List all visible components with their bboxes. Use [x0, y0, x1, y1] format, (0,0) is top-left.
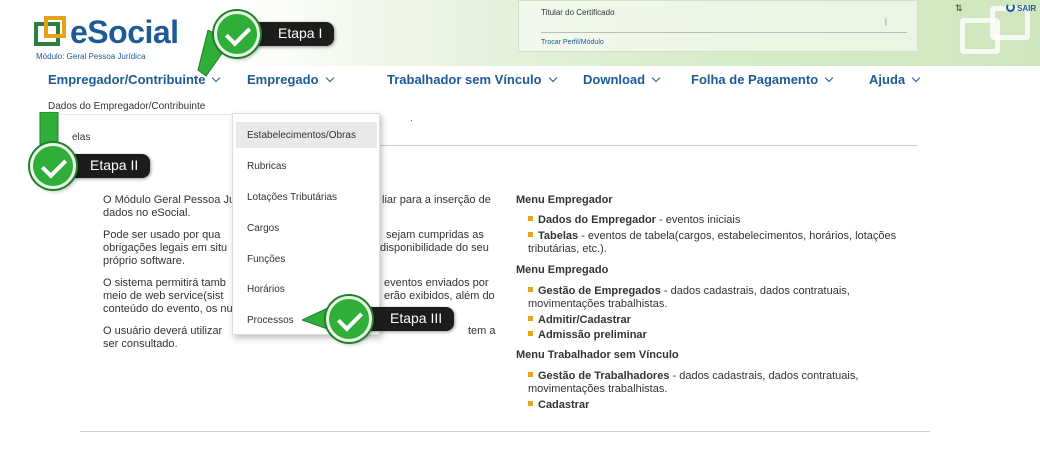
nav-empregado[interactable]: Empregado	[247, 72, 334, 87]
list-item: Admitir/Cadastrar	[528, 314, 868, 327]
text-line: obrigações legais em situ	[103, 242, 228, 254]
nav-label: Empregado	[247, 72, 319, 87]
list-item: Tabelas - eventos de tabela(cargos, esta…	[528, 230, 908, 256]
divider	[541, 32, 907, 33]
item-title: Admitir/Cadastrar	[538, 314, 631, 326]
dropdown-item-rubricas[interactable]: Rubricas	[236, 153, 377, 179]
bullet-icon	[528, 232, 533, 237]
divider	[38, 114, 234, 115]
bullet-icon	[528, 216, 533, 221]
intro-paragraph-4: O usuário deverá utilizar ser consultado…	[103, 325, 222, 351]
item-title: Tabelas	[538, 230, 579, 242]
module-subtitle: Módulo: Geral Pessoa Jurídica	[36, 52, 146, 61]
text-line: eventos enviados por	[384, 277, 489, 289]
power-icon	[1006, 3, 1015, 12]
nav-folha-pagamento[interactable]: Folha de Pagamento	[691, 72, 834, 87]
intro-paragraph-1: O Módulo Geral Pessoa Ju dados no eSocia…	[103, 194, 235, 220]
divider	[80, 431, 930, 432]
dropdown-item-estabelecimentos[interactable]: Estabelecimentos/Obras	[236, 122, 377, 148]
nav-label: Folha de Pagamento	[691, 72, 819, 87]
bullet-icon	[528, 316, 533, 321]
intro-paragraph-4-tail: tem a	[468, 325, 496, 338]
list-item: Gestão de Empregados - dados cadastrais,…	[528, 285, 868, 311]
header: eSocial Módulo: Geral Pessoa Jurídica Ti…	[0, 0, 1040, 66]
item-title: Dados do Empregador	[538, 214, 656, 226]
accessibility-icon[interactable]: ⇅	[955, 3, 963, 14]
submenu-tabelas[interactable]: elas	[72, 132, 90, 143]
nav-ajuda[interactable]: Ajuda	[869, 72, 921, 87]
nav-label: Download	[583, 72, 646, 87]
bullet-icon	[528, 287, 533, 292]
list-item: Cadastrar	[528, 399, 868, 412]
section-title-empregador: Menu Empregador	[516, 194, 613, 206]
text-line: sejam cumpridas as	[386, 229, 484, 241]
text-line: O usuário deverá utilizar	[103, 325, 223, 337]
intro-paragraph-1-tail: liar para a inserção de	[380, 194, 491, 207]
text-line: ser consultado.	[103, 338, 178, 350]
intro-paragraph-3: O sistema permitirá tamb meio de web ser…	[103, 277, 233, 316]
list-item: Dados do Empregador - eventos iniciais	[528, 214, 908, 227]
section-title-trabalhador: Menu Trabalhador sem Vínculo	[516, 349, 679, 361]
text-line: O sistema permitirá tamb	[103, 277, 226, 289]
nav-label: Trabalhador sem Vínculo	[387, 72, 542, 87]
intro-paragraph-2-tail: sejam cumpridas as disponibilidade do se…	[380, 229, 489, 255]
check-circle-icon	[214, 11, 260, 57]
nav-download[interactable]: Download	[583, 72, 661, 87]
text-line: Pode ser usado por qua	[103, 229, 221, 241]
item-title: Gestão de Empregados	[538, 285, 661, 297]
chevron-down-icon	[824, 73, 834, 83]
nav-label: Ajuda	[869, 72, 906, 87]
intro-paragraph-3-tail: eventos enviados por erão exibidos, além…	[380, 277, 495, 303]
bullet-icon	[528, 372, 533, 377]
dropdown-item-lotacoes[interactable]: Lotações Tributárias	[236, 184, 377, 210]
bullet-icon	[528, 331, 533, 336]
chevron-down-icon	[548, 73, 557, 83]
item-title: Cadastrar	[538, 399, 590, 411]
text-line: próprio software.	[103, 255, 185, 267]
separator-dot: .	[410, 113, 413, 124]
step-label: Etapa I	[278, 25, 323, 41]
esocial-page: eSocial Módulo: Geral Pessoa Jurídica Ti…	[0, 0, 1040, 450]
nav-trabalhador-sem-vinculo[interactable]: Trabalhador sem Vínculo	[387, 72, 557, 87]
item-title: Gestão de Trabalhadores	[538, 370, 670, 382]
chevron-down-icon	[911, 73, 921, 83]
certificate-panel: Titular do Certificado | Trocar Perfil/M…	[518, 0, 918, 52]
section-title-empregado: Menu Empregado	[516, 264, 609, 276]
item-desc: - eventos iniciais	[655, 214, 741, 226]
item-desc: - eventos de tabela(cargos, estabelecime…	[528, 230, 897, 255]
intro-paragraph-2: Pode ser usado por qua obrigações legais…	[103, 229, 227, 268]
text-line: erão exibidos, além do	[384, 290, 495, 302]
text-line: liar para a inserção de	[382, 194, 491, 206]
nav-empregador[interactable]: Empregador/Contribuinte	[48, 72, 221, 87]
text-line: tem a	[468, 325, 496, 337]
check-circle-icon	[326, 296, 372, 342]
chevron-down-icon	[325, 73, 334, 83]
exit-button[interactable]: SAIR	[1006, 3, 1036, 13]
bullet-icon	[528, 401, 533, 406]
item-title: Admissão preliminar	[538, 329, 647, 341]
dropdown-item-funcoes[interactable]: Funções	[236, 246, 377, 272]
text-line: disponibilidade do seu	[380, 242, 489, 254]
list-item: Admissão preliminar	[528, 329, 868, 342]
list-item: Gestão de Trabalhadores - dados cadastra…	[528, 370, 868, 396]
certificate-label: Titular do Certificado	[541, 8, 615, 17]
text-line: O Módulo Geral Pessoa Ju	[103, 194, 236, 206]
check-circle-icon	[30, 143, 76, 189]
exit-label: SAIR	[1017, 4, 1037, 13]
text-line: dados no eSocial.	[103, 207, 191, 219]
divider	[378, 145, 918, 146]
chevron-down-icon	[651, 73, 661, 83]
esocial-logo-icon	[34, 16, 68, 46]
dropdown-item-cargos[interactable]: Cargos	[236, 215, 377, 241]
step-label: Etapa II	[90, 157, 139, 173]
text-line: meio de web service(sist	[103, 290, 224, 302]
step-label: Etapa III	[390, 310, 443, 326]
nav-label: Empregador/Contribuinte	[48, 72, 206, 87]
certificate-tick: |	[885, 19, 887, 26]
logo-text[interactable]: eSocial	[70, 14, 179, 51]
main-nav: Empregador/Contribuinte Empregado Trabal…	[0, 66, 1040, 94]
text-line: conteúdo do evento, os nu	[103, 303, 233, 315]
change-profile-link[interactable]: Trocar Perfil/Módulo	[541, 39, 604, 46]
submenu-dados-empregador[interactable]: Dados do Empregador/Contribuinte	[48, 101, 205, 112]
